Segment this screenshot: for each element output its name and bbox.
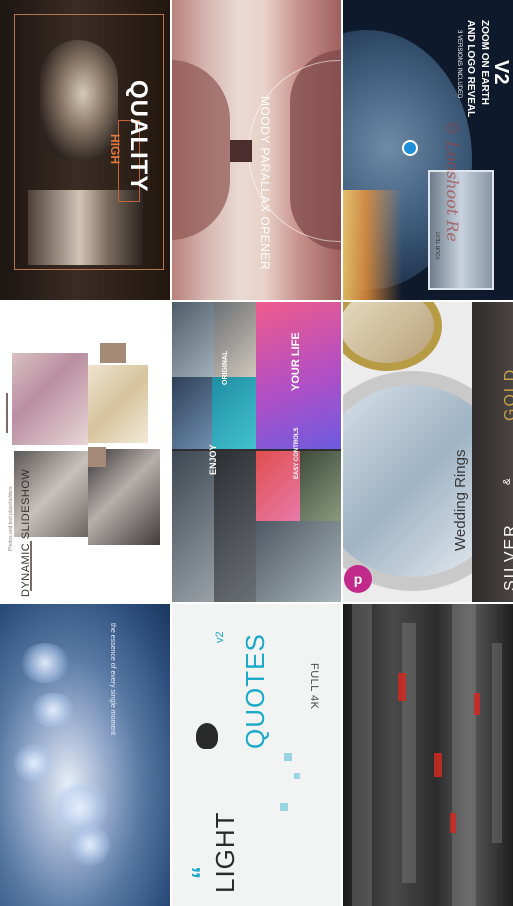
quality-title: QUALITY: [125, 80, 152, 193]
collage-photo: [300, 451, 342, 521]
tile-wedding-rings[interactable]: Wedding Rings SILVER & GOLD p: [342, 301, 513, 603]
birds-caption: the essence of every single moment: [109, 623, 116, 736]
accent-block: [100, 343, 126, 363]
tile-glitch[interactable]: [342, 603, 513, 906]
gold-label: GOLD: [502, 367, 513, 421]
grid-divider: [170, 0, 172, 906]
slideshow-title: DYNAMIC SLIDESHOW: [20, 468, 32, 597]
tile-dynamic-slideshow[interactable]: DYNAMIC SLIDESHOW Photos and text placeh…: [0, 301, 170, 603]
watermark: © Looshoot Re: [443, 120, 462, 242]
versions-note: 3 VERSIONS INCLUDED: [456, 30, 462, 99]
glitch-red-mark: [450, 813, 456, 833]
sunset-glow: [342, 190, 402, 301]
glitch-strip: [352, 603, 372, 906]
bird-shape: [30, 693, 76, 727]
collage-photo: [170, 301, 214, 377]
deco-square: [280, 803, 288, 811]
collage-tile-teal: [212, 377, 256, 449]
location-pin-icon: [402, 140, 418, 156]
grid-divider: [0, 602, 513, 604]
tile-zoom-earth[interactable]: ZOOM ON EARTH AND LOGO REVEAL V2 3 VERSI…: [342, 0, 513, 301]
collage-photo: [170, 377, 212, 449]
your-life-label: YOUR LIFE: [290, 332, 302, 391]
glitch-red-mark: [474, 693, 480, 715]
divider-bar: [6, 393, 8, 433]
logo-mark: [230, 140, 252, 162]
version-label: v2: [214, 631, 226, 643]
logo-reveal-title: AND LOGO REVEAL: [465, 20, 476, 118]
collage-photo: [214, 451, 256, 603]
grid-divider: [341, 0, 343, 906]
gold-ring: [342, 301, 442, 371]
moody-title: MOODY PARALLAX OPENER: [258, 96, 272, 271]
tile-light-quotes[interactable]: “ LIGHT QUOTES v2 FULL 4K: [170, 603, 342, 906]
glitch-red-mark: [434, 753, 442, 777]
tile-birds[interactable]: the essence of every single moment: [0, 603, 170, 906]
photo-blonde: [88, 365, 148, 443]
bird-shape: [14, 743, 54, 783]
slideshow-subtitle: Photos and text placeholders: [8, 486, 14, 552]
collage-photo: [256, 521, 342, 603]
version-label: V2: [490, 60, 512, 85]
grid-divider: [0, 300, 513, 302]
glitch-strip: [492, 643, 502, 843]
silver-label: SILVER: [502, 523, 513, 591]
high-label: HIGH: [108, 134, 122, 164]
bird-shape: [20, 643, 70, 683]
p-badge-icon: p: [344, 565, 372, 593]
glitch-strip: [402, 623, 416, 883]
collage-photo: [214, 301, 256, 377]
enjoy-label: ENJOY: [208, 444, 218, 475]
photo-pink-dress: [12, 353, 88, 445]
glitch-strip: [452, 603, 476, 906]
your-text-placeholder: YOUR TEXT: [436, 231, 442, 260]
deco-square: [294, 773, 300, 779]
tile-high-quality[interactable]: QUALITY HIGH: [0, 0, 170, 301]
deco-square: [284, 753, 292, 761]
glitch-red-mark: [398, 673, 406, 701]
tile-moody-parallax[interactable]: MOODY PARALLAX OPENER: [170, 0, 342, 301]
quotes-word: QUOTES: [240, 633, 270, 749]
ampersand: &: [502, 478, 513, 485]
accent-block: [88, 447, 106, 467]
wedding-rings-title: Wedding Rings: [452, 449, 469, 551]
resolution-label: FULL 4K: [308, 663, 320, 710]
easy-controls-label: EASY CONTROLS: [294, 427, 300, 479]
original-label: ORIGINAL: [222, 350, 229, 385]
head-silhouette-icon: [196, 723, 218, 749]
hill-shape: [170, 60, 230, 240]
bird-shape: [70, 823, 110, 867]
light-word: LIGHT: [210, 811, 240, 893]
model-photo-top: [40, 40, 118, 160]
tile-enjoy-collage[interactable]: ENJOY ORIGINAL EASY CONTROLS YOUR LIFE: [170, 301, 342, 603]
